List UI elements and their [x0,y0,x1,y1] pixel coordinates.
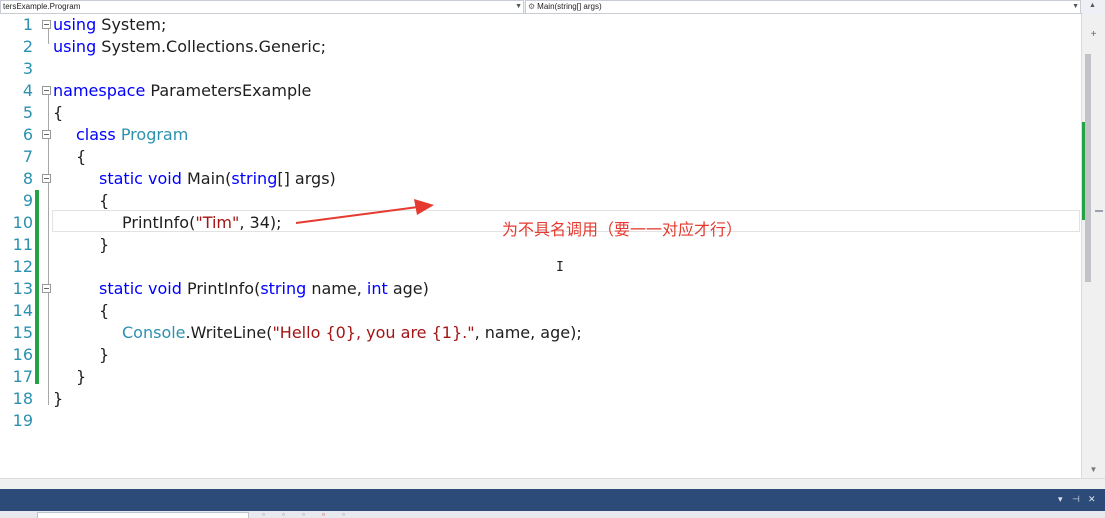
line-number: 12 [12,257,33,276]
line-number: 15 [12,323,33,342]
code-line: 12 [0,256,1082,278]
collapse-icon[interactable] [42,174,51,183]
code-line: 16 } [0,344,1082,366]
line-number: 10 [12,213,33,232]
toolbar-button-icon[interactable]: ▫ [282,511,285,518]
code-line: 5 { [0,102,1082,124]
horizontal-scrollbar[interactable] [0,478,1105,489]
wrap-icon[interactable]: ▫ [342,511,345,518]
line-number: 2 [22,37,33,56]
line-number: 14 [12,301,33,320]
code-text: Console.WriteLine("Hello {0}, you are {1… [122,323,582,342]
code-text: static void PrintInfo(string name, int a… [99,279,429,298]
vertical-scrollbar[interactable]: + ▼ [1081,14,1105,478]
caret-map-mark [1095,210,1103,212]
code-line: 3 [0,58,1082,80]
output-panel-header: ▾ ⊣ ✕ [0,489,1105,511]
line-number: 3 [22,59,33,78]
ibeam-cursor-icon: I [556,260,564,275]
code-line: 14 { [0,300,1082,322]
code-line: 15 Console.WriteLine("Hello {0}, you are… [0,322,1082,344]
code-line: 19 [0,410,1082,432]
line-number: 1 [22,15,33,34]
toolbar-button-icon[interactable]: ▫ [262,511,265,518]
member-dropdown-value: Main(string[] args) [537,2,602,11]
line-number: 19 [12,411,33,430]
navigation-bar: tersExample.Program ▼ ⚙ Main(string[] arg… [0,0,1105,14]
output-panel-toolbar: ▫ ▫ ▫ ▫ ▫ [0,511,1105,518]
split-plus-icon[interactable]: + [1082,29,1105,41]
line-number: 9 [22,191,33,210]
code-line: 1 using System; [0,14,1082,36]
code-line: 2 using System.Collections.Generic; [0,36,1082,58]
code-text: { [99,191,110,210]
code-text: { [53,103,64,122]
code-line: 9 { [0,190,1082,212]
code-text: { [76,147,87,166]
line-number: 17 [12,367,33,386]
pin-icon[interactable]: ⊣ [1072,494,1080,505]
collapse-icon[interactable] [42,130,51,139]
code-text: } [99,235,110,254]
code-text: using System.Collections.Generic; [53,37,327,56]
chevron-down-icon: ▼ [1072,3,1079,10]
code-line: 7 { [0,146,1082,168]
code-text: class Program [76,125,189,144]
collapse-icon[interactable] [42,20,51,29]
clear-icon[interactable]: ▫ [322,511,325,518]
code-text: } [76,367,87,386]
line-number: 4 [22,81,33,100]
code-text: } [99,345,110,364]
scroll-down-arrow-icon[interactable]: ▼ [1082,463,1105,477]
collapse-icon[interactable] [42,284,51,293]
line-number: 7 [22,147,33,166]
member-dropdown[interactable]: ⚙ Main(string[] args) ▼ [525,0,1081,14]
code-line: 4 namespace ParametersExample [0,80,1082,102]
code-line: 6 class Program [0,124,1082,146]
output-source-dropdown[interactable] [37,512,249,518]
code-text: static void Main(string[] args) [99,169,336,188]
line-number: 13 [12,279,33,298]
class-dropdown[interactable]: tersExample.Program ▼ [0,0,524,14]
close-icon[interactable]: ✕ [1088,494,1096,505]
scroll-thumb[interactable] [1085,54,1091,282]
chevron-down-icon[interactable]: ▾ [1058,494,1063,505]
chevron-down-icon: ▼ [515,3,522,10]
code-editor[interactable]: 1 using System; 2 using System.Collectio… [0,14,1082,478]
line-number: 8 [22,169,33,188]
line-number: 18 [12,389,33,408]
code-text: } [53,389,64,408]
collapse-icon[interactable] [42,86,51,95]
line-number: 6 [22,125,33,144]
line-number: 16 [12,345,33,364]
toolbar-button-icon[interactable]: ▫ [302,511,305,518]
code-line: 18 } [0,388,1082,410]
scroll-up-arrow-icon: ▲ [1089,2,1096,9]
annotation-text: 为不具名调用（要一一对应才行） [502,220,743,239]
line-number: 5 [22,103,33,122]
code-text: PrintInfo("Tim", 34); [122,213,282,232]
code-text: using System; [53,15,167,34]
code-line: 17 } [0,366,1082,388]
method-icon: ⚙ [528,2,536,11]
class-dropdown-value: tersExample.Program [3,2,81,11]
code-line: 8 static void Main(string[] args) [0,168,1082,190]
code-text: { [99,301,110,320]
code-text: namespace ParametersExample [53,81,312,100]
code-line: 13 static void PrintInfo(string name, in… [0,278,1082,300]
scroll-up-area[interactable]: ▲ [1083,0,1105,14]
line-number: 11 [12,235,33,254]
